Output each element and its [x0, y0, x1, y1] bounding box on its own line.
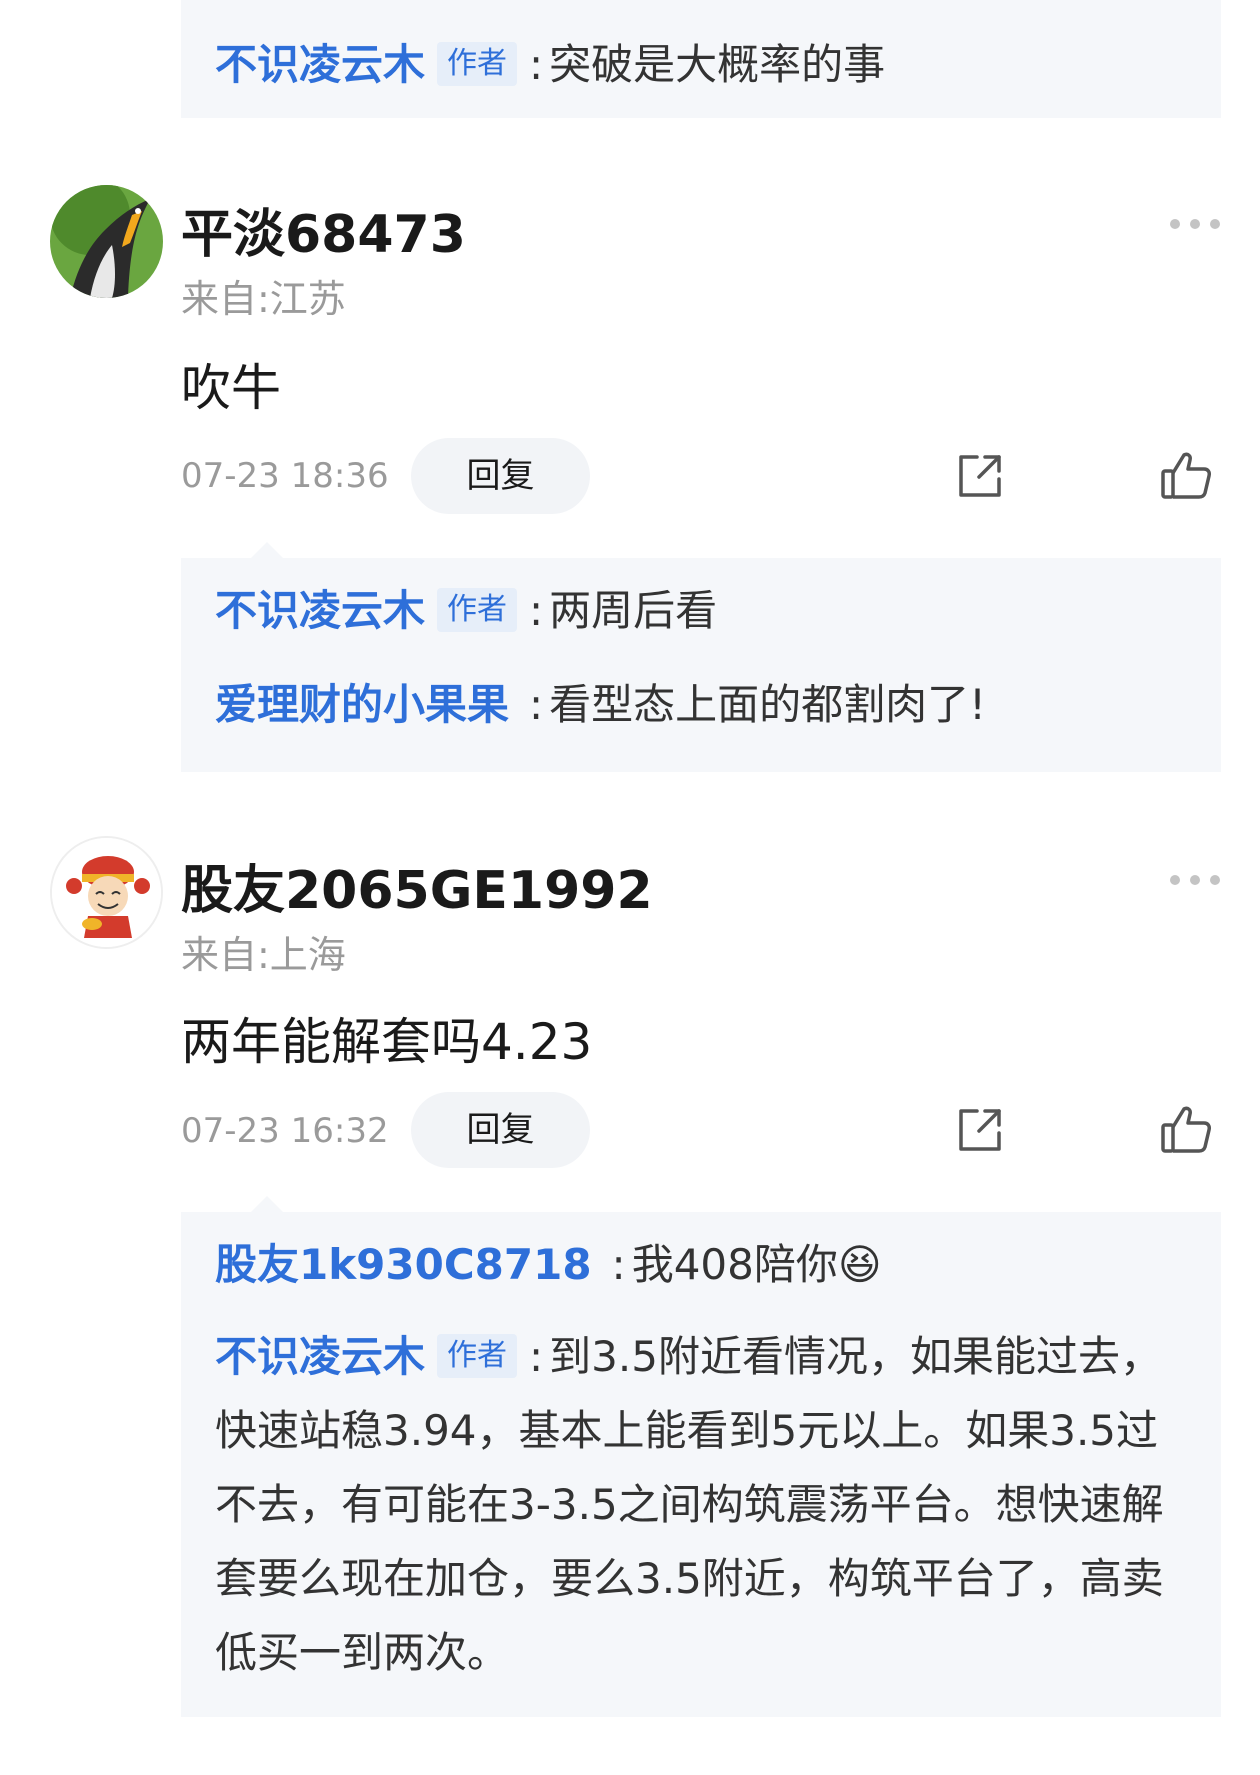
- share-icon[interactable]: [955, 1105, 1005, 1155]
- reply-colon: :: [529, 680, 544, 729]
- reply-button[interactable]: 回复: [411, 438, 590, 514]
- comment-body: 吹牛: [181, 359, 281, 417]
- comment-username[interactable]: 股友2065GE1992: [181, 848, 653, 923]
- reply-colon: :: [611, 1240, 626, 1289]
- comment-timestamp: 07-23 16:32: [181, 1111, 389, 1151]
- reply-colon: :: [529, 1332, 544, 1381]
- reply-text: 突破是大概率的事: [549, 40, 886, 89]
- comment-username[interactable]: 平淡68473: [181, 192, 466, 267]
- reply-line[interactable]: 不识凌云木 作者: 到3.5附近看情况，如果能过去，快速站稳3.94，基本上能看到5…: [215, 1320, 1187, 1690]
- share-icon[interactable]: [955, 451, 1005, 501]
- reply-thread: 不识凌云木 作者: 两周后看 爱理财的小果果: 看型态上面的都割肉了!: [181, 542, 1221, 772]
- like-icon[interactable]: [1160, 449, 1212, 501]
- reply-author-name[interactable]: 不识凌云木: [215, 1332, 425, 1381]
- comment-body: 两年能解套吗4.23: [181, 1013, 593, 1071]
- reply-author-name[interactable]: 股友1k930C8718: [215, 1240, 592, 1289]
- author-badge: 作者: [437, 42, 518, 86]
- reply-thread: 股友1k930C8718: 我408陪你😆 不识凌云木 作者: 到3.5附近看情况，如…: [181, 1196, 1221, 1717]
- fortune-god-avatar[interactable]: [50, 836, 163, 949]
- reply-colon: :: [529, 586, 544, 635]
- reply-author-name[interactable]: 不识凌云木: [215, 586, 425, 635]
- reply-text: 看型态上面的都割肉了!: [549, 680, 987, 729]
- more-options-icon[interactable]: [1165, 212, 1225, 236]
- penguin-avatar[interactable]: [50, 185, 163, 298]
- reply-text: 我408陪你: [631, 1240, 838, 1289]
- author-badge: 作者: [437, 588, 518, 632]
- laughing-emoji-icon: 😆: [837, 1240, 882, 1289]
- reply-line[interactable]: 爱理财的小果果: 看型态上面的都割肉了!: [215, 668, 1187, 742]
- reply-colon: :: [529, 40, 544, 89]
- comment-timestamp: 07-23 18:36: [181, 456, 389, 496]
- reply-button[interactable]: 回复: [411, 1092, 590, 1168]
- reply-line[interactable]: 股友1k930C8718: 我408陪你😆: [215, 1228, 1187, 1302]
- comment-location: 来自:江苏: [181, 277, 346, 321]
- reply-box-notch: [251, 542, 283, 558]
- author-badge: 作者: [437, 1334, 518, 1378]
- reply-line[interactable]: 不识凌云木 作者: 突破是大概率的事: [215, 28, 1187, 102]
- reply-text: 到3.5附近看情况，如果能过去，快速站稳3.94，基本上能看到5元以上。如果3.…: [215, 1332, 1164, 1677]
- reply-author-name[interactable]: 不识凌云木: [215, 40, 425, 89]
- more-options-icon[interactable]: [1165, 868, 1225, 892]
- reply-box-notch: [251, 1196, 283, 1212]
- like-icon[interactable]: [1160, 1103, 1212, 1155]
- comment-location: 来自:上海: [181, 933, 346, 977]
- reply-thread-top: 不识凌云木 作者: 突破是大概率的事: [181, 0, 1221, 118]
- reply-author-name[interactable]: 爱理财的小果果: [215, 680, 509, 729]
- reply-line[interactable]: 不识凌云木 作者: 两周后看: [215, 574, 1187, 648]
- reply-text: 两周后看: [549, 586, 718, 635]
